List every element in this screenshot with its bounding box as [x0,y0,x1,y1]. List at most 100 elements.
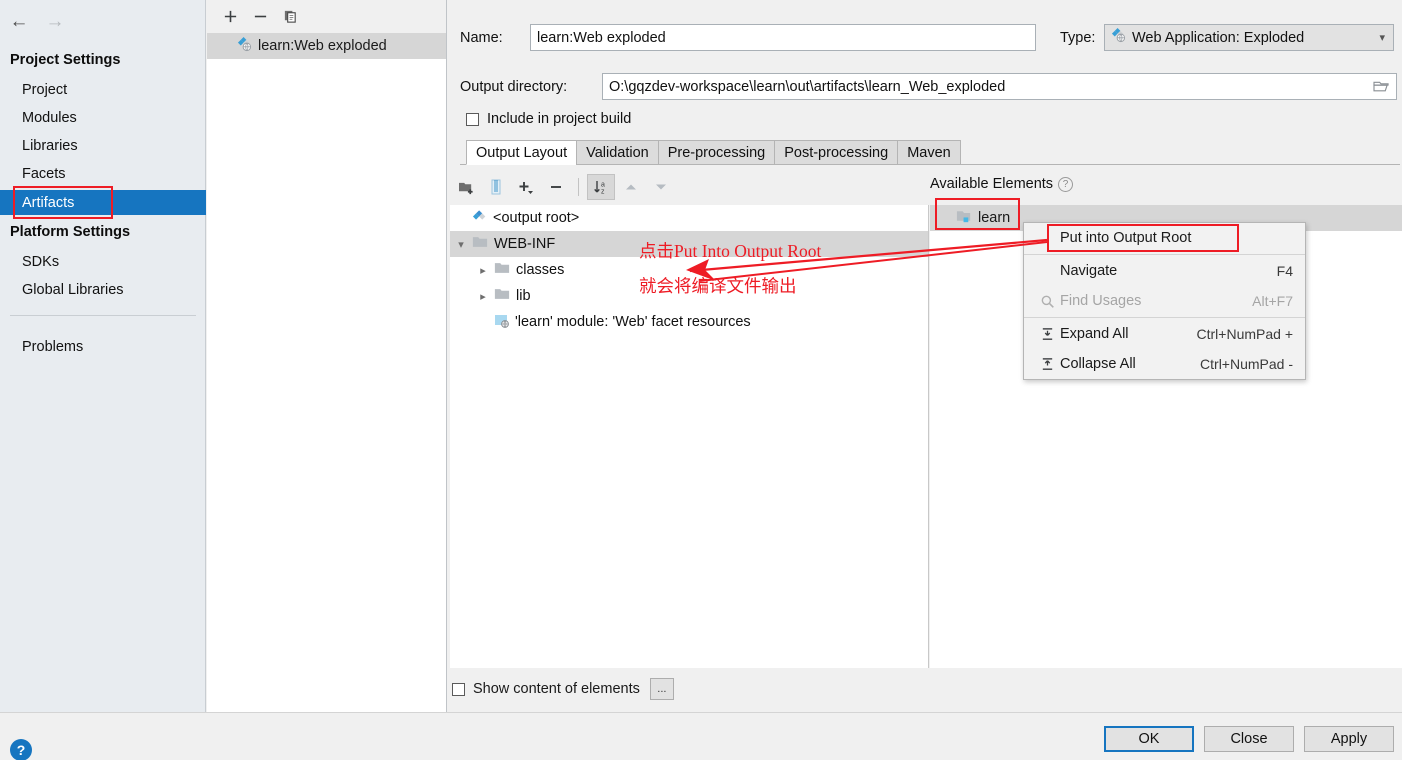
sidebar-item-label: Problems [22,338,84,355]
tab-output-layout[interactable]: Output Layout [466,140,578,165]
tree-row-label: lib [516,288,531,304]
sidebar-item-artifacts[interactable]: Artifacts [0,190,206,215]
tree-twisty-collapsed-icon[interactable]: ▸ [472,264,494,277]
sidebar-item-label: Artifacts [22,194,75,211]
artifacts-list[interactable]: learn:Web exploded [207,33,446,712]
svg-text:z: z [601,189,605,196]
web-artifact-icon [1111,28,1126,47]
tab-pre-processing[interactable]: Pre-processing [657,140,776,165]
artifact-name-value: learn:Web exploded [537,29,666,46]
tree-row[interactable]: <output root> [450,205,928,231]
sidebar-item-sdks[interactable]: SDKs [0,249,206,274]
archive-icon[interactable] [482,174,510,200]
detail-tabs: Output Layout Validation Pre-processing … [460,140,1400,165]
tree-twisty-collapsed-icon[interactable]: ▸ [472,290,494,303]
output-directory-value: O:\gqzdev-workspace\learn\out\artifacts\… [609,78,1006,95]
menu-item-label: Find Usages [1060,293,1142,309]
apply-button[interactable]: Apply [1304,726,1394,752]
tab-label: Output Layout [476,144,568,161]
tab-label: Validation [586,144,649,161]
ok-button[interactable]: OK [1104,726,1194,752]
tabs-filler [959,140,1400,165]
list-item[interactable]: learn:Web exploded [207,33,446,59]
menu-item-label: Navigate [1060,263,1118,279]
menu-item-navigate[interactable]: Navigate F4 [1024,256,1305,286]
show-content-of-elements-checkbox[interactable]: Show content of elements [452,681,640,697]
artifacts-toolbar [207,0,447,32]
menu-item-label: Expand All [1060,326,1129,342]
project-structure-dialog: ← → Project Settings Project Modules Lib… [0,0,1402,760]
folder-open-icon[interactable] [1373,79,1390,98]
output-directory-label: Output directory: [460,78,568,95]
sidebar-item-global-libraries[interactable]: Global Libraries [0,277,206,302]
settings-sidebar: ← → Project Settings Project Modules Lib… [0,0,206,712]
annotation-line-2: 就会将编译文件输出 [639,276,797,296]
tab-validation[interactable]: Validation [576,140,659,165]
sidebar-item-problems[interactable]: Problems [0,334,206,359]
sidebar-item-label: Libraries [22,137,78,154]
sidebar-item-label: Global Libraries [22,281,124,298]
folder-icon [472,235,488,253]
menu-item-label: Collapse All [1060,356,1136,372]
output-directory-input[interactable]: O:\gqzdev-workspace\learn\out\artifacts\… [602,73,1397,100]
menu-item-expand-all[interactable]: Expand All Ctrl+NumPad + [1024,319,1305,349]
sidebar-heading-platform-settings: Platform Settings [10,224,131,240]
apply-button-label: Apply [1330,731,1368,747]
artifacts-list-panel: learn:Web exploded [207,0,447,712]
menu-item-accel: F4 [1276,263,1293,279]
menu-item-find-usages: Find Usages Alt+F7 [1024,286,1305,316]
ok-button-label: OK [1138,731,1160,747]
sort-az-icon[interactable]: a z [587,174,615,200]
artifact-type-select[interactable]: Web Application: Exploded ▾ [1104,24,1394,51]
arrow-down-icon[interactable] [647,174,675,200]
sidebar-item-label: SDKs [22,253,60,270]
tab-maven[interactable]: Maven [897,140,961,165]
tree-row-label: classes [516,262,565,278]
output-directory-row: Output directory: O:\gqzdev-workspace\le… [460,73,1397,100]
annotation-line-1: 点击Put Into Output Root [639,241,822,261]
arrow-right-icon[interactable]: → [44,11,66,31]
artifact-name-label: learn:Web exploded [258,38,387,54]
plus-dropdown-icon[interactable] [512,174,540,200]
artifact-name-input[interactable]: learn:Web exploded [530,24,1036,51]
output-layout-toolbar: a z [452,172,675,202]
menu-item-accel: Ctrl+NumPad + [1196,326,1293,342]
arrow-up-icon[interactable] [617,174,645,200]
tree-twisty-expanded-icon[interactable]: ▾ [450,238,472,251]
checkbox-box [466,112,479,126]
sidebar-item-label: Modules [22,109,77,126]
sidebar-divider [10,315,196,316]
menu-item-put-into-output-root[interactable]: Put into Output Root [1024,223,1305,253]
tree-row[interactable]: 'learn' module: 'Web' facet resources [450,309,928,335]
type-label: Type: [1060,29,1096,46]
dots-label: ... [657,683,667,695]
menu-item-accel: Ctrl+NumPad - [1200,356,1293,372]
checkbox-box [452,682,465,696]
svg-text:a: a [601,182,605,189]
sidebar-item-facets[interactable]: Facets [0,161,206,186]
copy-artifact-button[interactable] [277,4,303,28]
add-artifact-button[interactable] [217,4,243,28]
sidebar-item-modules[interactable]: Modules [0,105,206,130]
show-content-of-elements-label: Show content of elements [473,681,640,697]
tab-post-processing[interactable]: Post-processing [774,140,899,165]
show-content-of-elements-row: Show content of elements ... [452,678,674,700]
include-in-project-build-checkbox[interactable]: Include in project build [466,111,631,127]
arrow-left-icon[interactable]: ← [8,11,30,31]
question-circle-icon[interactable]: ? [1058,176,1074,192]
close-button-label: Close [1230,731,1268,747]
sidebar-item-libraries[interactable]: Libraries [0,133,206,158]
folder-add-icon[interactable] [452,174,480,200]
minus-icon[interactable] [542,174,570,200]
sidebar-item-label: Facets [22,165,66,182]
question-circle-icon[interactable]: ? [10,739,32,760]
show-content-options-button[interactable]: ... [649,678,674,700]
tree-row-label: <output root> [493,210,580,226]
menu-item-collapse-all[interactable]: Collapse All Ctrl+NumPad - [1024,349,1305,379]
context-menu[interactable]: Put into Output Root Navigate F4 Find Us… [1023,222,1306,380]
sidebar-item-project[interactable]: Project [0,77,206,102]
menu-divider [1024,317,1305,318]
remove-artifact-button[interactable] [247,4,273,28]
close-button[interactable]: Close [1204,726,1294,752]
tab-label: Maven [907,144,951,161]
